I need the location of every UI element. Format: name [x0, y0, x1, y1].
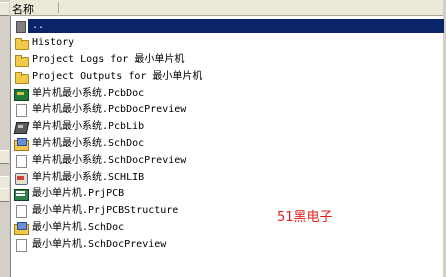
parent-folder-icon [14, 20, 28, 34]
file-name: 最小单片机.SchDoc [32, 221, 125, 233]
pcb-library-icon [14, 121, 28, 133]
file-name: .. [31, 19, 46, 34]
column-separator[interactable] [58, 2, 59, 13]
file-name: 单片机最小系统.PcbLib [32, 121, 145, 133]
file-row[interactable]: 单片机最小系统.SCHLIB [14, 169, 443, 186]
column-header: 名称 [10, 0, 443, 16]
file-row[interactable]: 单片机最小系统.SchDocPreview [14, 152, 443, 169]
left-panel-strip [0, 0, 11, 277]
pcb-document-icon [14, 88, 29, 101]
blank-document-icon [14, 238, 28, 252]
pcb-project-icon [14, 188, 29, 202]
file-row[interactable]: 最小单片机.PrjPCBStructure [14, 203, 443, 220]
panel-tab[interactable] [0, 2, 9, 16]
file-name: 最小单片机.PrjPCB [32, 188, 125, 200]
name-column-header[interactable]: 名称 [12, 1, 34, 17]
file-name: 最小单片机.SchDocPreview [32, 238, 167, 250]
folder-icon [14, 54, 29, 67]
file-row[interactable]: Project Logs for 最小单片机 [14, 52, 443, 69]
panel-tab[interactable] [0, 188, 9, 202]
file-row[interactable]: 单片机最小系统.PcbLib [14, 119, 443, 136]
file-name: Project Outputs for 最小单片机 [32, 70, 203, 82]
file-name: 单片机最小系统.SchDocPreview [32, 154, 187, 166]
file-name: 单片机最小系统.SCHLIB [32, 171, 145, 183]
file-list: .. History Project Logs for 最小单片机 Projec… [14, 18, 444, 253]
file-row[interactable]: Project Outputs for 最小单片机 [14, 68, 443, 85]
watermark-text: 51黑电子 [277, 210, 333, 225]
file-name: 单片机最小系统.PcbDocPreview [32, 104, 187, 116]
file-row[interactable]: 单片机最小系统.SchDoc [14, 136, 443, 153]
file-row[interactable]: 最小单片机.SchDoc [14, 220, 443, 237]
file-row-parent[interactable]: .. [14, 18, 444, 35]
selection-highlight [28, 19, 444, 33]
file-row[interactable]: 单片机最小系统.PcbDocPreview [14, 102, 443, 119]
blank-document-icon [14, 205, 28, 219]
file-name: 单片机最小系统.PcbDoc [32, 87, 145, 99]
blank-document-icon [14, 154, 28, 168]
file-name: History [32, 37, 75, 49]
file-name: 最小单片机.PrjPCBStructure [32, 205, 179, 217]
file-name: 单片机最小系统.SchDoc [32, 137, 145, 149]
panel-tab[interactable] [0, 150, 9, 164]
folder-icon [14, 37, 29, 51]
schematic-document-icon [14, 137, 29, 151]
file-row[interactable]: History [14, 35, 443, 52]
file-row[interactable]: 单片机最小系统.PcbDoc [14, 85, 443, 102]
folder-icon [14, 71, 29, 84]
file-name: Project Logs for 最小单片机 [32, 53, 185, 65]
schematic-library-icon [14, 172, 28, 185]
schematic-document-icon [14, 221, 29, 235]
file-row[interactable]: 最小单片机.SchDocPreview [14, 236, 443, 253]
blank-document-icon [14, 104, 28, 118]
file-row[interactable]: 最小单片机.PrjPCB [14, 186, 443, 203]
